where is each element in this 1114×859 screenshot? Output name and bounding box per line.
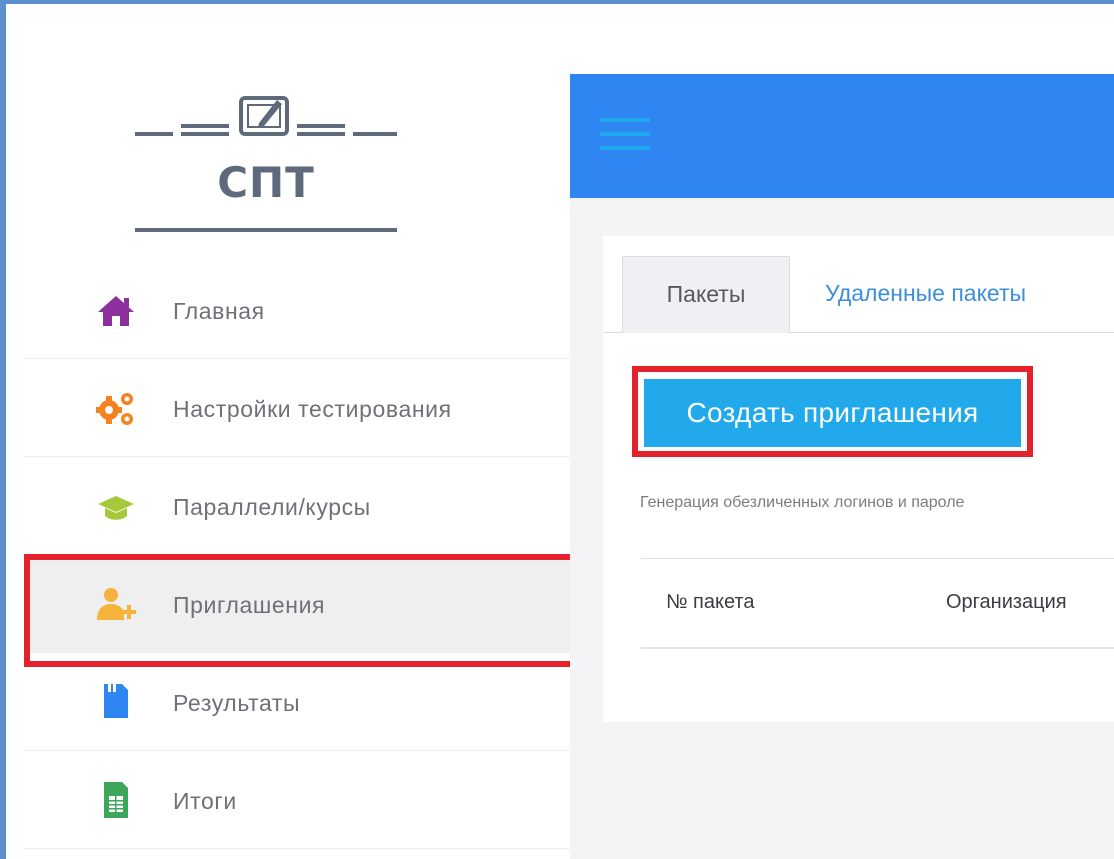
sidebar-item-home[interactable]: Главная — [24, 262, 572, 359]
drawing-tablet-icon — [239, 96, 289, 136]
sidebar-item-label: Настройки тестирования — [173, 396, 452, 422]
sidebar-item-label: Главная — [173, 298, 265, 324]
hamburger-menu-icon[interactable] — [600, 118, 650, 154]
column-header-packet-number[interactable]: № пакета — [666, 591, 754, 614]
main-content: Пакеты Удаленные пакеты Создать приглаше… — [570, 198, 1114, 859]
sidebar-item-parallels[interactable]: Параллели/курсы — [24, 458, 572, 555]
logo: СПТ — [135, 90, 397, 240]
app-window: СПТ Главная Настройки тестирования Парал… — [6, 4, 1114, 859]
sidebar-item-results[interactable]: Результаты — [24, 654, 572, 751]
create-button-highlight-frame — [632, 366, 1033, 457]
description-text: Генерация обезличенных логинов и пароле — [640, 494, 965, 511]
spreadsheet-icon — [104, 782, 128, 818]
content-panel: Пакеты Удаленные пакеты Создать приглаше… — [603, 236, 1114, 722]
document-icon — [104, 684, 128, 718]
graduation-cap-icon — [98, 496, 134, 520]
gears-icon — [96, 393, 133, 425]
column-header-organization[interactable]: Организация — [946, 591, 1067, 614]
logo-text: СПТ — [217, 158, 315, 207]
sidebar-item-summary[interactable]: Итоги — [24, 752, 572, 849]
top-bar — [570, 74, 1114, 198]
sidebar-item-test-settings[interactable]: Настройки тестирования — [24, 360, 572, 457]
tab-deleted-packets[interactable]: Удаленные пакеты — [803, 256, 1093, 333]
invitations-highlight-frame — [24, 554, 584, 667]
tab-packets[interactable]: Пакеты — [622, 256, 790, 333]
sidebar: СПТ Главная Настройки тестирования Парал… — [6, 4, 584, 859]
table-header: № пакета Организация — [641, 558, 1114, 649]
sidebar-item-label: Результаты — [173, 690, 301, 716]
sidebar-item-label: Итоги — [173, 788, 237, 814]
sidebar-item-label: Параллели/курсы — [173, 494, 371, 520]
home-icon — [98, 296, 134, 326]
